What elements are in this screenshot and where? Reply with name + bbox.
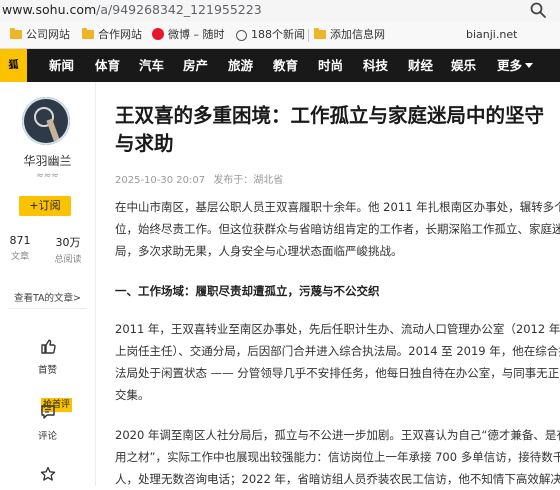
article-main: 王双喜的多重困境：工作孤立与家庭迷局中的坚守与求助 2025-10-30 20:… <box>96 82 560 486</box>
folder-icon <box>82 28 94 39</box>
views-stat: 30万 总阅读 <box>48 234 88 265</box>
publish-date: 2025-10-30 20:07 <box>115 175 206 186</box>
paragraph-line: 2011 年，王双喜转业至南区办事处，先后任职计生办、流动人口管理办公室（201… <box>115 322 560 336</box>
url-domain: www.sohu.com <box>2 2 97 17</box>
views-label: 总阅读 <box>54 255 82 265</box>
nav-more[interactable]: 更多 <box>497 49 534 82</box>
folder-icon <box>314 28 326 39</box>
nav-more-label: 更多 <box>497 58 523 73</box>
views-count: 30万 <box>55 236 81 249</box>
bookmark-separator <box>308 29 309 42</box>
paragraph-line: 用之材”，实际工作中也展现出较强能力：信访岗位上一年承接 700 多单信访，接待… <box>115 450 560 464</box>
section-heading: 一、工作场域：履职尽责却遭孤立，污蔑与不公交织 <box>115 284 380 298</box>
paragraph-line: 在中山市南区，基层公职人员王双喜履职十余年。他 2011 年扎根南区办事处，辗转… <box>115 200 560 214</box>
follow-button[interactable]: +订阅 <box>19 196 71 216</box>
folder-icon <box>10 28 22 39</box>
publish-location: 发布于：湖北省 <box>213 175 284 186</box>
bookmark-news[interactable]: 188个新闻 <box>236 28 305 42</box>
nav-house[interactable]: 房产 <box>183 49 208 82</box>
avatar-border <box>22 97 70 145</box>
chevron-down-icon <box>525 63 534 68</box>
address-bar[interactable]: www.sohu.com/a/949268342_121955223 <box>0 0 560 22</box>
sidebar-divider <box>8 308 86 309</box>
avatar[interactable] <box>22 97 70 145</box>
nav-education[interactable]: 教育 <box>273 49 298 82</box>
bookmarks-bar: 公司网站 合作网站 微博 – 随时 188个新闻 添加信息网 bianji.ne… <box>0 22 560 49</box>
nav-entertainment[interactable]: 娱乐 <box>451 49 476 82</box>
thumbs-up-icon <box>40 339 56 354</box>
paragraph-line: 局，多次求助无果，人身安全与心理状态面临严峻挑战。 <box>115 244 403 258</box>
articles-stat: 871 文章 <box>0 234 40 262</box>
nav-news[interactable]: 新闻 <box>49 49 74 82</box>
comment-button[interactable]: 评论 <box>0 404 95 442</box>
nav-sports[interactable]: 体育 <box>95 49 120 82</box>
article-title: 王双喜的多重困境：工作孤立与家庭迷局中的坚守与求助 <box>115 104 545 155</box>
nav-travel[interactable]: 旅游 <box>228 49 253 82</box>
bookmark-info-sites[interactable]: 添加信息网 <box>314 28 385 42</box>
bookmark-bianji[interactable]: bianji.net <box>466 28 517 42</box>
articles-label: 文章 <box>10 252 29 262</box>
globe-icon <box>236 30 247 41</box>
bookmark-weibo[interactable]: 微博 – 随时 <box>152 28 225 42</box>
site-nav: 狐 新闻 体育 汽车 房产 旅游 教育 时尚 科技 财经 娱乐 更多 <box>0 49 560 82</box>
url-path: /a/949268342_121955223 <box>96 2 262 17</box>
bookmark-label: 188个新闻 <box>251 28 305 41</box>
paragraph-line: 交集。 <box>115 388 150 402</box>
weibo-icon <box>152 28 164 40</box>
bookmark-company-sites[interactable]: 公司网站 <box>10 28 70 42</box>
bookmark-partner-sites[interactable]: 合作网站 <box>82 28 142 42</box>
nav-fashion[interactable]: 时尚 <box>318 49 343 82</box>
url-text[interactable]: www.sohu.com/a/949268342_121955223 <box>2 2 262 18</box>
article-meta: 2025-10-30 20:07 发布于：湖北省 <box>115 171 288 186</box>
author-sidebar: 华羽幽兰 ≈≈≈ +订阅 871 文章 30万 总阅读 查看TA的文章> 首赞 … <box>0 82 96 486</box>
paragraph-line: 人，处理无数咨询电话；2022 年，省暗访组人员乔装农民工信访，他不知情下高效解… <box>115 472 560 486</box>
sohu-logo[interactable]: 狐 <box>0 49 27 82</box>
paragraph-line: 2020 年调至南区人社分局后，孤立与不公进一步加剧。王双喜认为自己“德才兼备、… <box>115 428 560 442</box>
paragraph-line: 位，始终尽责工作。但这位获群众与省暗访组肯定的工作者，长期深陷工作孤立、家庭迷 <box>115 222 560 236</box>
bookmark-label: 公司网站 <box>26 28 70 41</box>
favorite-button[interactable] <box>0 466 95 482</box>
like-label: 首赞 <box>37 365 57 376</box>
bookmark-label: 合作网站 <box>98 28 142 41</box>
nav-tech[interactable]: 科技 <box>363 49 388 82</box>
bookmark-label: 添加信息网 <box>330 28 385 41</box>
comment-label: 评论 <box>37 431 57 442</box>
paragraph-line: 上岗任主任）、交通分局，后因部门合并进入综合执法局。2014 至 2019 年，… <box>115 344 560 358</box>
search-icon[interactable] <box>529 1 547 19</box>
star-icon <box>40 466 55 481</box>
author-name[interactable]: 华羽幽兰 <box>0 152 95 169</box>
articles-count: 871 <box>9 234 31 247</box>
see-all-articles-link[interactable]: 查看TA的文章> <box>0 290 95 304</box>
nav-finance[interactable]: 财经 <box>408 49 433 82</box>
like-button[interactable]: 首赞 <box>0 338 95 376</box>
bookmark-label: 微博 – 随时 <box>168 28 225 41</box>
nav-auto[interactable]: 汽车 <box>139 49 164 82</box>
paragraph-line: 法局处于闲置状态 —— 分管领导几乎不安排任务，他每日独自待在办公室，与同事无正… <box>115 366 560 380</box>
bookmark-label: bianji.net <box>466 28 518 41</box>
author-badge: ≈≈≈ <box>36 171 59 181</box>
comment-icon <box>40 405 55 419</box>
